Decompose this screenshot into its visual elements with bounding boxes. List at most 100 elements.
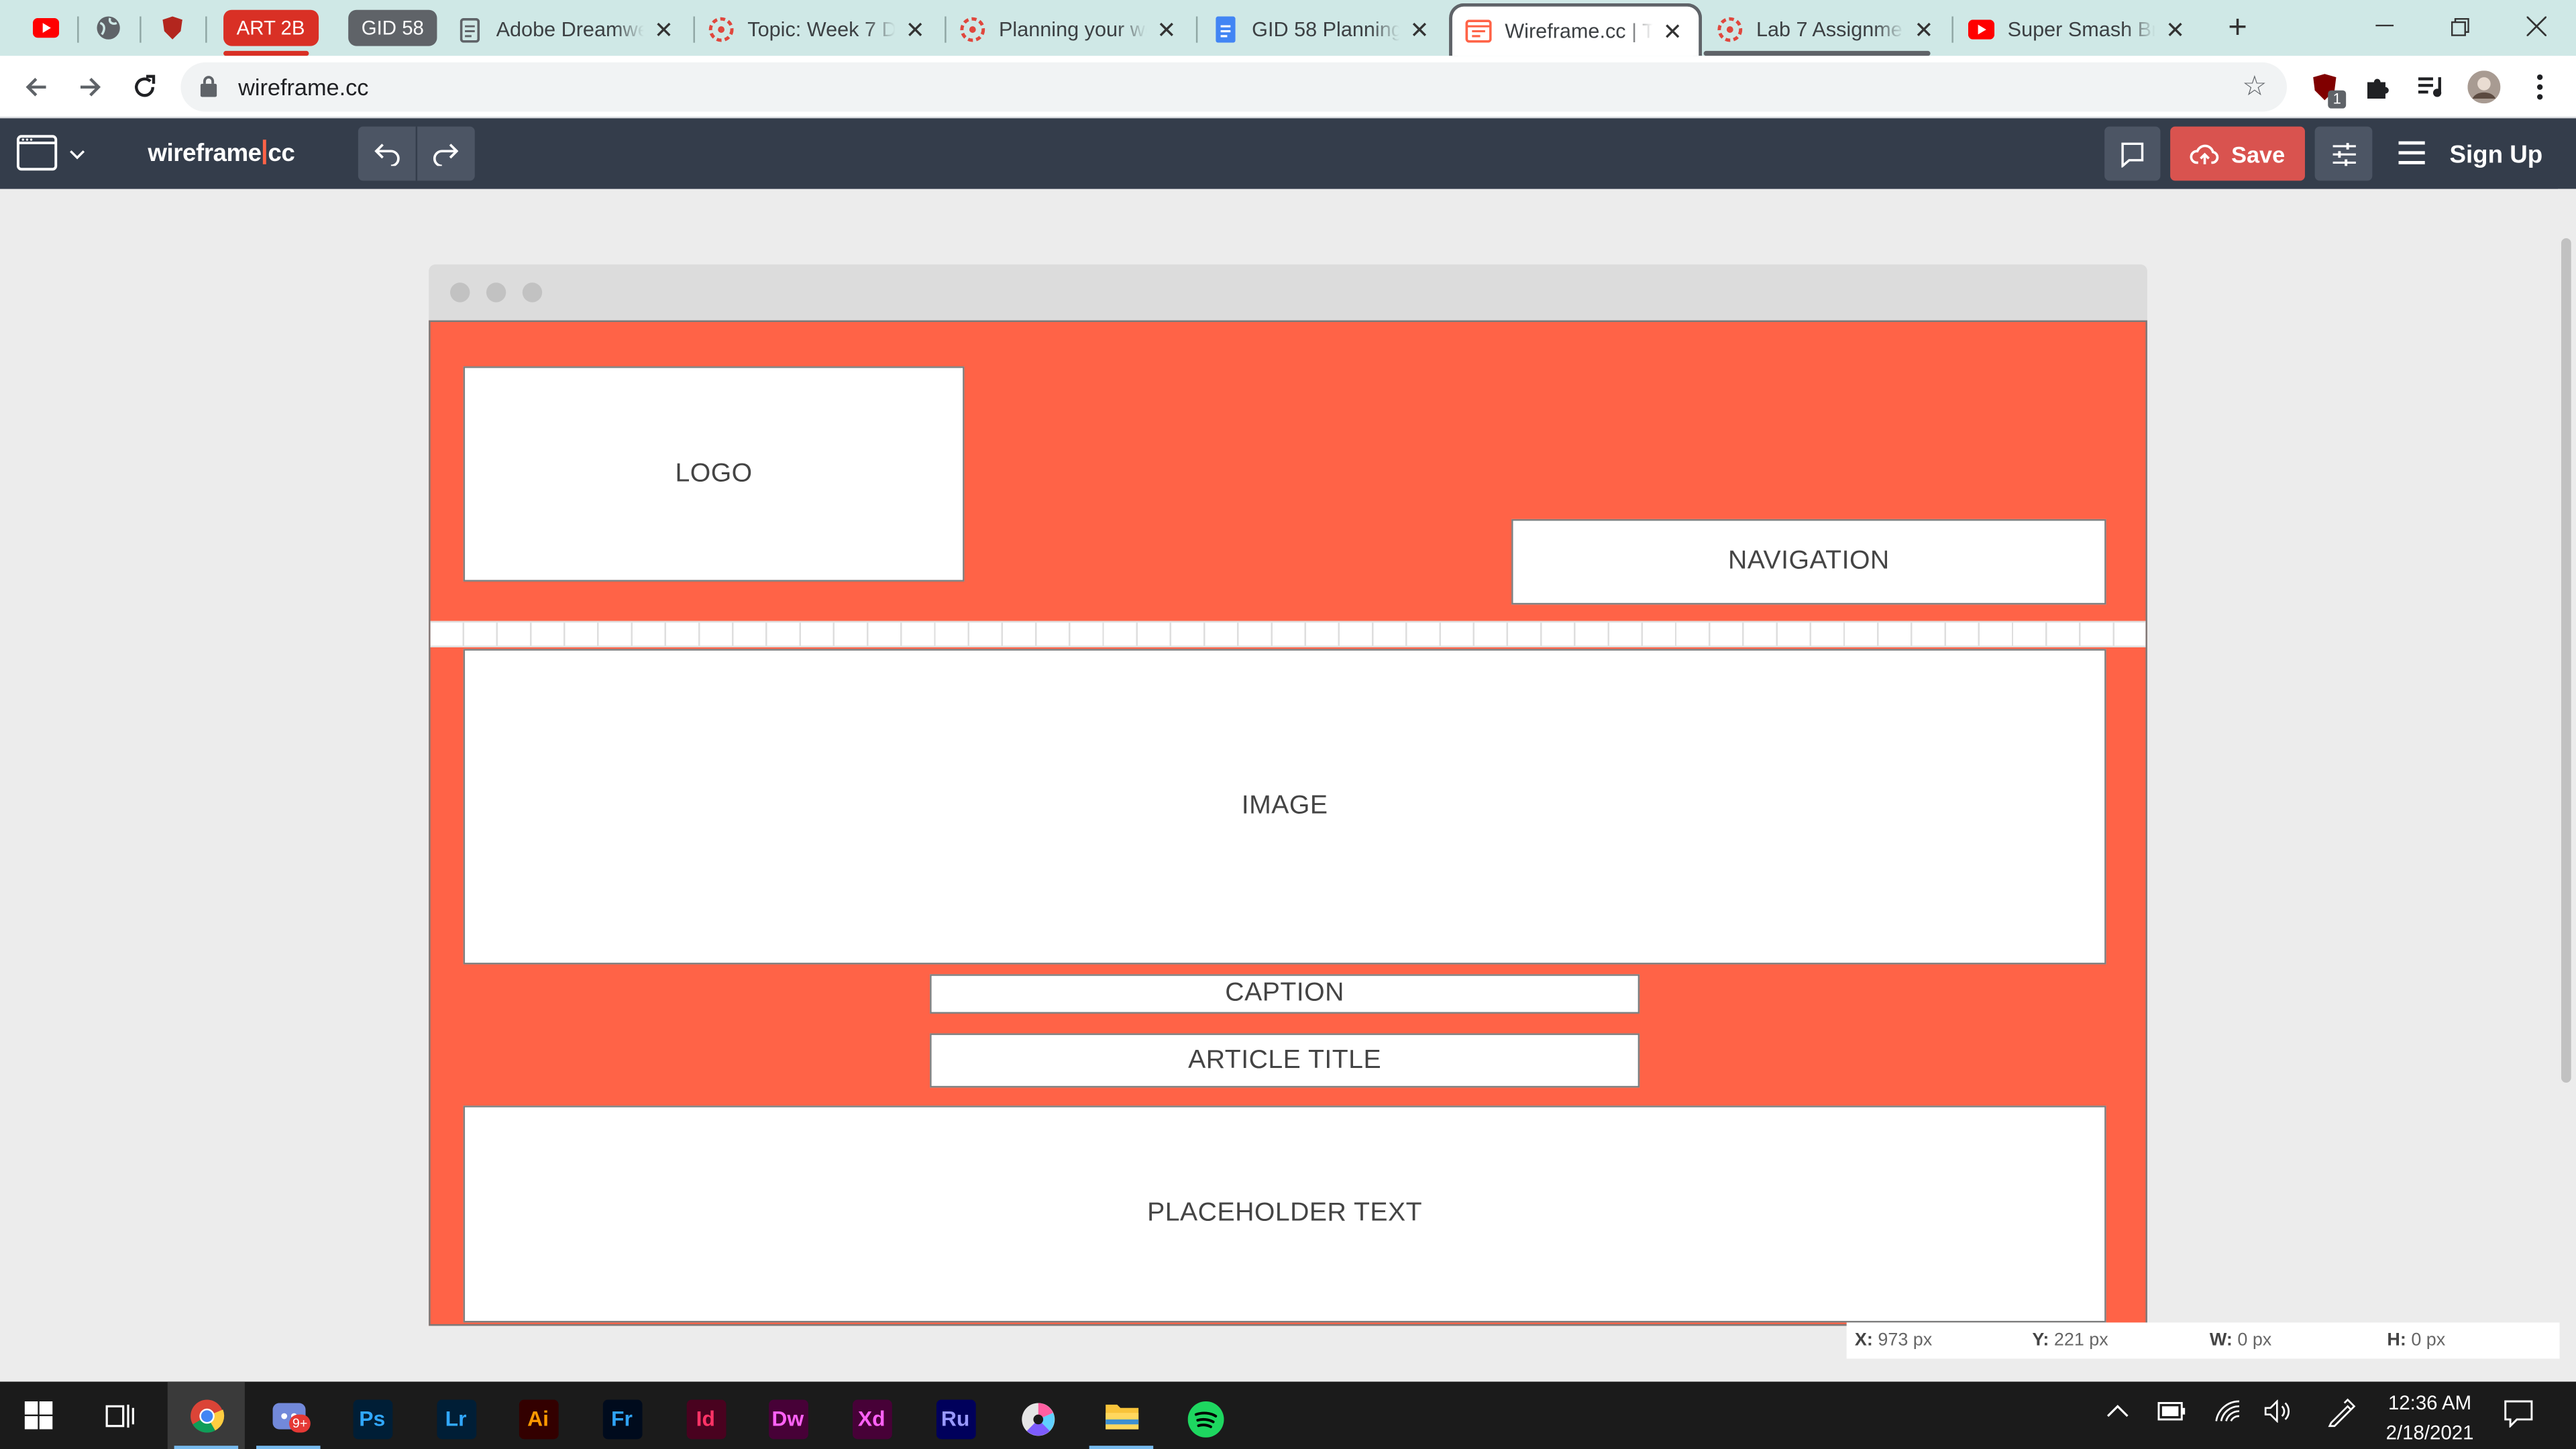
folder-icon	[1104, 1403, 1138, 1429]
system-clock[interactable]: 12:36 AM 2/18/2021	[2366, 1388, 2494, 1447]
wireframe-image-box[interactable]: IMAGE	[463, 649, 2106, 965]
document-icon	[457, 16, 483, 42]
wireframe-caption-box[interactable]: CAPTION	[930, 974, 1640, 1014]
windows-taskbar: 9+ Ps Lr Ai Fr Id Dw Xd Ru 12:36 AM 2/18…	[0, 1381, 2576, 1449]
taskbar-xd[interactable]: Xd	[833, 1388, 910, 1449]
notifications-icon[interactable]	[2504, 1400, 2533, 1433]
pinned-tab-youtube[interactable]	[25, 8, 68, 48]
scrollbar-thumb[interactable]	[2561, 238, 2571, 1083]
pinned-tab-globe[interactable]	[87, 8, 130, 48]
page-scrollbar[interactable]	[2558, 189, 2576, 1382]
taskbar-lightroom[interactable]: Lr	[417, 1388, 494, 1449]
restore-button[interactable]	[2422, 0, 2498, 52]
chevron-down-icon	[70, 150, 85, 160]
save-button[interactable]: Save	[2170, 126, 2305, 181]
page-template-selector[interactable]	[16, 135, 92, 174]
wireframe-logo-box[interactable]: LOGO	[463, 366, 965, 582]
address-bar[interactable]: wireframe.cc ☆	[180, 62, 2288, 112]
arrow-left-icon	[25, 77, 46, 97]
taskbar-color-app[interactable]	[999, 1388, 1076, 1449]
close-tab-icon[interactable]: ✕	[1406, 16, 1432, 42]
close-tab-icon[interactable]: ✕	[902, 16, 928, 42]
close-tab-icon[interactable]: ✕	[1153, 16, 1179, 42]
tab-group-gid-58[interactable]: GID 58	[348, 9, 437, 46]
close-window-button[interactable]	[2499, 0, 2575, 52]
extensions-puzzle-icon[interactable]	[2361, 70, 2394, 103]
youtube-icon	[32, 17, 60, 38]
comments-button[interactable]	[2104, 126, 2161, 181]
wireframe-cc-logo[interactable]: wireframe cc	[148, 140, 295, 168]
tab-lab-7-assignment[interactable]: Lab 7 Assignment ✕	[1704, 7, 1950, 53]
settings-button[interactable]	[2314, 126, 2373, 181]
taskbar-indesign[interactable]: Id	[667, 1388, 744, 1449]
photoshop-icon: Ps	[352, 1399, 392, 1439]
taskbar-discord[interactable]: 9+	[250, 1382, 327, 1449]
profile-avatar[interactable]	[2467, 70, 2501, 104]
canvas-lms-icon	[1717, 16, 1743, 42]
menu-icon[interactable]	[2398, 141, 2425, 164]
close-icon	[2526, 16, 2546, 36]
wireframe-placeholder-text-box[interactable]: PLACEHOLDER TEXT	[463, 1106, 2106, 1323]
sliders-icon	[2332, 142, 2355, 166]
tab-group-art-2b[interactable]: ART 2B	[223, 9, 319, 46]
media-queue-icon[interactable]	[2415, 70, 2448, 103]
close-tab-icon[interactable]: ✕	[1659, 17, 1685, 44]
minimize-button[interactable]	[2346, 0, 2422, 52]
color-wheel-icon	[1021, 1402, 1055, 1436]
taskbar-photoshop[interactable]: Ps	[333, 1388, 411, 1449]
taskbar-spotify[interactable]	[1167, 1388, 1244, 1449]
redo-button[interactable]	[415, 126, 474, 181]
taskbar-dreamweaver[interactable]: Dw	[749, 1388, 826, 1449]
canvas-lms-icon	[959, 16, 985, 42]
section-divider[interactable]	[430, 621, 2146, 647]
tab-gid-58-planning[interactable]: GID 58 Planning ✕	[1199, 7, 1446, 53]
back-button[interactable]	[15, 66, 58, 109]
extension-badge: 1	[2328, 90, 2347, 109]
volume-icon[interactable]	[2264, 1399, 2294, 1428]
tab-super-smash-bros[interactable]: Super Smash Bros ✕	[1955, 7, 2201, 53]
redo-icon	[433, 142, 459, 166]
battery-icon[interactable]	[2157, 1401, 2187, 1426]
taskbar-file-explorer[interactable]	[1083, 1382, 1160, 1449]
undo-button[interactable]	[358, 127, 416, 181]
pen-icon[interactable]	[2326, 1398, 2356, 1432]
comment-icon	[2121, 142, 2144, 167]
fresco-icon: Fr	[602, 1399, 642, 1439]
globe-icon	[97, 16, 120, 40]
extension-ublock-icon[interactable]: 1	[2308, 70, 2347, 109]
close-tab-icon[interactable]: ✕	[1911, 16, 1937, 42]
spotify-icon	[1187, 1400, 1224, 1437]
tab-adobe-dreamweaver[interactable]: Adobe Dreamweaver ✕	[443, 7, 690, 53]
dreamweaver-icon: Dw	[767, 1399, 808, 1439]
undo-redo-group	[358, 126, 475, 181]
chrome-menu-icon[interactable]	[2524, 70, 2557, 103]
minimize-icon	[2375, 24, 2393, 27]
pinned-tab-shield[interactable]	[151, 8, 194, 48]
taskbar-illustrator[interactable]: Ai	[499, 1388, 576, 1449]
start-button[interactable]	[0, 1385, 77, 1446]
taskbar-chrome[interactable]	[167, 1381, 245, 1449]
bookmark-star-icon[interactable]: ☆	[2242, 70, 2267, 103]
taskbar-rush[interactable]: Ru	[917, 1388, 994, 1449]
wireframe-canvas[interactable]: LOGO NAVIGATION IMAGE CAPTION ARTICLE TI…	[429, 320, 2147, 1326]
tab-topic-week-7[interactable]: Topic: Week 7 Discussion ✕	[695, 7, 941, 53]
new-tab-button[interactable]: +	[2216, 8, 2259, 48]
show-hidden-icons-button[interactable]	[2106, 1398, 2129, 1423]
reload-icon	[135, 74, 156, 97]
arrow-right-icon	[80, 77, 101, 97]
forward-button[interactable]	[69, 66, 112, 109]
taskbar-fresco[interactable]: Fr	[583, 1388, 660, 1449]
task-view-button[interactable]	[80, 1385, 158, 1446]
wireframe-article-title-box[interactable]: ARTICLE TITLE	[930, 1033, 1640, 1088]
close-tab-icon[interactable]: ✕	[651, 16, 677, 42]
tab-wireframe-cc[interactable]: Wireframe.cc | The ✕	[1449, 3, 1703, 56]
width-readout: W: 0 px	[2209, 1330, 2272, 1351]
sign-up-link[interactable]: Sign Up	[2449, 142, 2542, 170]
youtube-icon	[1968, 16, 1995, 42]
lock-icon	[200, 76, 217, 97]
wifi-icon[interactable]	[2214, 1400, 2241, 1428]
wireframe-navigation-box[interactable]: NAVIGATION	[1511, 519, 2106, 605]
close-tab-icon[interactable]: ✕	[2162, 16, 2188, 42]
reload-button[interactable]	[123, 66, 166, 109]
tab-planning-your-website[interactable]: Planning your website ✕	[947, 7, 1193, 53]
